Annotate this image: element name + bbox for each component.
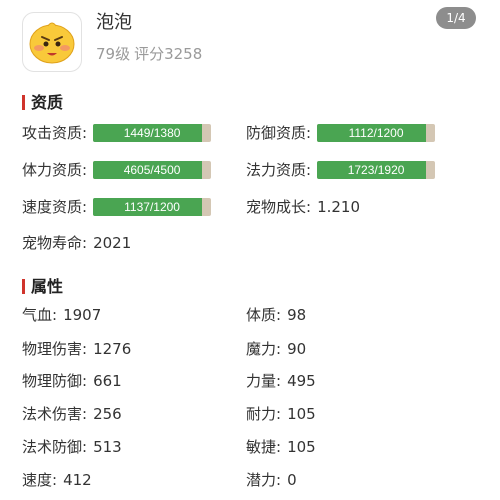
pet-lifespan: 宠物寿命: 2021 (22, 232, 131, 253)
pet-level: 79级 (96, 45, 131, 63)
stat-value: 412 (63, 470, 92, 489)
aptitude-speed: 速度资质: 1137/1200 (22, 196, 212, 217)
stat-label: 魔力: (246, 340, 282, 358)
section-title-attributes: 属性 (22, 273, 63, 297)
attr-spell-damage: 法术伤害: 256 (22, 403, 122, 424)
stat-label: 法力资质: (246, 161, 312, 179)
attr-physical-damage: 物理伤害: 1276 (22, 338, 131, 359)
stat-value: 105 (287, 437, 316, 456)
pet-avatar (22, 12, 82, 72)
stat-value: 256 (93, 404, 122, 423)
attr-hp: 气血: 1907 (22, 304, 101, 325)
stat-label: 气血: (22, 306, 58, 324)
aptitude-defense: 防御资质: 1112/1200 (246, 122, 436, 143)
stat-label: 物理伤害: (22, 340, 88, 358)
stat-label: 防御资质: (246, 124, 312, 142)
yellow-bun-face-icon (29, 22, 75, 64)
stat-label: 敏捷: (246, 438, 282, 456)
stat-label: 宠物成长: (246, 198, 312, 216)
pet-score: 评分3258 (134, 45, 203, 63)
aptitude-progress-bar: 4605/4500 (93, 160, 212, 179)
stat-label: 耐力: (246, 405, 282, 423)
attr-constitution: 体质: 98 (246, 304, 306, 325)
stat-value: 98 (287, 305, 307, 324)
aptitude-stamina: 体力资质: 4605/4500 (22, 159, 212, 180)
stat-label: 体质: (246, 306, 282, 324)
aptitude-progress-bar: 1449/1380 (93, 123, 212, 142)
stat-label: 速度资质: (22, 198, 88, 216)
attr-speed: 速度: 412 (22, 469, 92, 490)
pet-growth: 宠物成长: 1.210 (246, 196, 360, 217)
stat-value: 661 (93, 371, 122, 390)
aptitude-value: 1449/1380 (123, 125, 181, 140)
aptitude-value: 1137/1200 (124, 199, 180, 214)
stat-label: 力量: (246, 372, 282, 390)
section-title-text: 属性 (31, 277, 64, 296)
stat-label: 法术伤害: (22, 405, 88, 423)
stat-value: 1276 (93, 339, 132, 358)
page-indicator[interactable]: 1/4 (436, 7, 476, 29)
aptitude-progress-bar: 1112/1200 (317, 123, 436, 142)
stat-label: 潜力: (246, 471, 282, 489)
section-title-aptitude: 资质 (22, 89, 63, 113)
stat-label: 法术防御: (22, 438, 88, 456)
section-accent-bar (22, 95, 25, 110)
stat-value: 495 (287, 371, 316, 390)
attr-potential: 潜力: 0 (246, 469, 297, 490)
section-accent-bar (22, 279, 25, 294)
stat-value: 2021 (93, 233, 132, 252)
aptitude-value: 4605/4500 (123, 162, 181, 177)
attr-endurance: 耐力: 105 (246, 403, 316, 424)
aptitude-value: 1723/1920 (347, 162, 405, 177)
section-title-text: 资质 (31, 93, 64, 112)
stat-label: 攻击资质: (22, 124, 88, 142)
stat-label: 体力资质: (22, 161, 88, 179)
stat-label: 宠物寿命: (22, 234, 88, 252)
attr-magic: 魔力: 90 (246, 338, 306, 359)
stat-value: 1907 (63, 305, 102, 324)
stat-label: 物理防御: (22, 372, 88, 390)
aptitude-value: 1112/1200 (348, 125, 404, 140)
aptitude-progress-bar: 1137/1200 (93, 197, 212, 216)
pet-name: 泡泡 (96, 12, 132, 33)
attr-strength: 力量: 495 (246, 370, 316, 391)
aptitude-progress-bar: 1723/1920 (317, 160, 436, 179)
pet-level-score: 79级 评分3258 (96, 43, 202, 64)
stat-value: 0 (287, 470, 297, 489)
attr-agility: 敏捷: 105 (246, 436, 316, 457)
stat-value: 513 (93, 437, 122, 456)
aptitude-mana: 法力资质: 1723/1920 (246, 159, 436, 180)
stat-value: 90 (287, 339, 307, 358)
attr-physical-defense: 物理防御: 661 (22, 370, 122, 391)
stat-label: 速度: (22, 471, 58, 489)
aptitude-attack: 攻击资质: 1449/1380 (22, 122, 212, 143)
stat-value: 105 (287, 404, 316, 423)
stat-value: 1.210 (317, 197, 361, 216)
attr-spell-defense: 法术防御: 513 (22, 436, 122, 457)
